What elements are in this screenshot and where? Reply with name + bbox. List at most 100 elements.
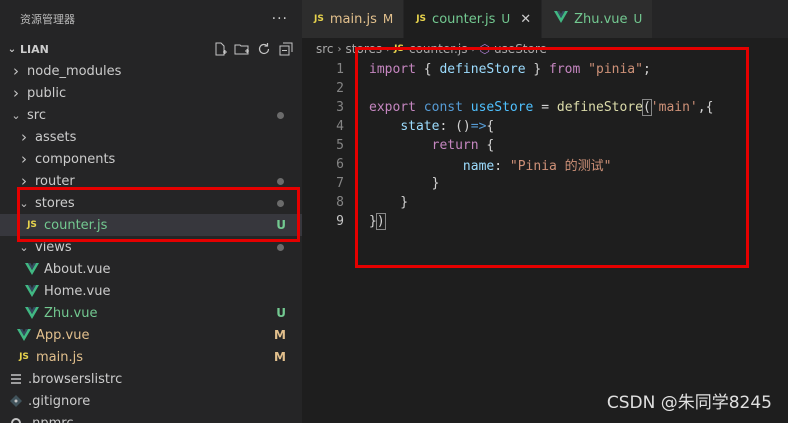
config-file-icon [8, 371, 24, 387]
workspace-name: LIAN [20, 42, 49, 56]
breadcrumb: src › stores › JS counter.js › ⬡ useStor… [302, 38, 788, 60]
tree-item[interactable]: .npmrc [0, 412, 302, 423]
tree-item[interactable]: ⌄ src [0, 104, 302, 126]
tree-item[interactable]: JS main.js M [0, 346, 302, 368]
code-text: export const useStore = defineStore('mai… [369, 99, 714, 116]
tree-item[interactable]: › node_modules [0, 60, 302, 82]
line-number: 1 [336, 62, 344, 77]
code-line: 2 [302, 79, 788, 98]
chevron-right-icon: › [21, 150, 27, 168]
code-text: } [369, 195, 409, 210]
git-status-badge: M [274, 350, 286, 364]
chevron-right-icon: › [21, 172, 27, 190]
tab-main-js[interactable]: JS main.js M [302, 0, 405, 38]
tab-bar: JS main.js M JS counter.js U ✕ Zhu.vue U [302, 0, 788, 38]
editor-area: JS main.js M JS counter.js U ✕ Zhu.vue U… [302, 0, 788, 423]
tree-item[interactable]: .browserslistrc [0, 368, 302, 390]
chevron-down-icon: ⌄ [19, 196, 29, 210]
more-actions-icon[interactable]: ··· [272, 11, 288, 27]
code-text: }) [369, 213, 386, 230]
tree-item[interactable]: ⌄ stores [0, 192, 302, 214]
watermark: CSDN @朱同学8245 [606, 393, 772, 413]
line-number: 2 [336, 81, 344, 96]
tree-item-label: assets [35, 129, 77, 145]
line-number: 8 [336, 195, 344, 210]
change-indicator-dot [277, 111, 284, 119]
tree-item[interactable]: JS counter.js U [0, 214, 302, 236]
breadcrumb-src[interactable]: src [316, 42, 334, 56]
gear-icon [8, 415, 24, 423]
tree-item[interactable]: App.vue M [0, 324, 302, 346]
code-text: } [369, 176, 440, 191]
vue-file-icon [24, 261, 40, 277]
tree-item[interactable]: › components [0, 148, 302, 170]
tree-item[interactable]: › public [0, 82, 302, 104]
code-line: 4 state: ()=>{ [302, 117, 788, 136]
tree-item[interactable]: Zhu.vue U [0, 302, 302, 324]
explorer-header: 资源管理器 ··· [0, 0, 302, 38]
vue-file-icon [16, 327, 32, 343]
git-status-badge: U [276, 218, 286, 232]
change-indicator-dot [277, 199, 284, 207]
new-folder-icon[interactable] [234, 41, 250, 57]
tree-item[interactable]: › assets [0, 126, 302, 148]
tab-label: Zhu.vue [574, 11, 628, 27]
tab-counter-js[interactable]: JS counter.js U ✕ [404, 0, 543, 38]
js-file-icon: JS [394, 44, 404, 54]
breadcrumb-symbol[interactable]: useStore [494, 42, 547, 56]
git-status-badge: U [276, 306, 286, 320]
tab-zhu-vue[interactable]: Zhu.vue U [542, 0, 654, 38]
line-number: 7 [336, 176, 344, 191]
tree-item[interactable]: ⌄ views [0, 236, 302, 258]
close-icon[interactable]: ✕ [520, 12, 531, 27]
tab-status: M [382, 12, 394, 26]
file-tree: › node_modules › public ⌄ src › assets › componen… [0, 60, 302, 423]
chevron-down-icon: ⌄ [11, 108, 21, 122]
line-number: 3 [336, 100, 344, 115]
tree-item-label: About.vue [44, 261, 111, 277]
code-line: 8 } [302, 193, 788, 212]
tab-status: U [633, 12, 643, 26]
code-editor[interactable]: 1 import { defineStore } from "pinia"; 2 … [302, 60, 788, 231]
code-line: 9}) [302, 212, 788, 231]
vue-file-icon [24, 283, 40, 299]
tree-item[interactable]: › router [0, 170, 302, 192]
tree-item[interactable]: Home.vue [0, 280, 302, 302]
chevron-right-icon: › [471, 43, 476, 55]
tab-label: counter.js [432, 11, 496, 27]
line-number: 6 [336, 157, 344, 172]
collapse-all-icon[interactable] [278, 41, 294, 57]
code-text: import { defineStore } from "pinia"; [369, 62, 651, 77]
breadcrumb-file[interactable]: counter.js [409, 42, 467, 56]
tab-label: main.js [329, 11, 377, 27]
tree-item-label: .gitignore [28, 393, 91, 409]
tree-item-label: public [27, 85, 67, 101]
tree-item-label: main.js [36, 349, 83, 365]
vue-file-icon [554, 11, 569, 27]
new-file-icon[interactable] [212, 41, 228, 57]
tree-item-label: stores [35, 195, 75, 211]
tree-item[interactable]: .gitignore [0, 390, 302, 412]
explorer-actions [212, 41, 294, 57]
symbol-icon: ⬡ [479, 42, 490, 56]
line-number: 9 [336, 214, 344, 229]
tree-item-label: components [35, 151, 116, 167]
explorer-sidebar: 资源管理器 ··· ⌄ LIAN › node_modules › public ⌄ sr… [0, 0, 302, 423]
workspace-section[interactable]: ⌄ LIAN [0, 38, 302, 60]
code-text: return { [431, 138, 495, 153]
tree-item[interactable]: About.vue [0, 258, 302, 280]
line-number: 4 [336, 119, 344, 134]
chevron-right-icon: › [386, 43, 391, 55]
tree-item-label: router [35, 173, 75, 189]
code-line: 6 name: "Pinia 的测试" [302, 155, 788, 174]
chevron-down-icon: ⌄ [19, 240, 29, 254]
tree-item-label: node_modules [27, 63, 122, 79]
breadcrumb-stores[interactable]: stores [346, 42, 383, 56]
tree-item-label: .npmrc [28, 415, 74, 423]
chevron-right-icon: › [21, 128, 27, 146]
js-file-icon: JS [19, 352, 29, 362]
refresh-icon[interactable] [256, 41, 272, 57]
tree-item-label: counter.js [44, 217, 108, 233]
chevron-right-icon: › [13, 84, 19, 102]
js-file-icon: JS [416, 14, 427, 24]
